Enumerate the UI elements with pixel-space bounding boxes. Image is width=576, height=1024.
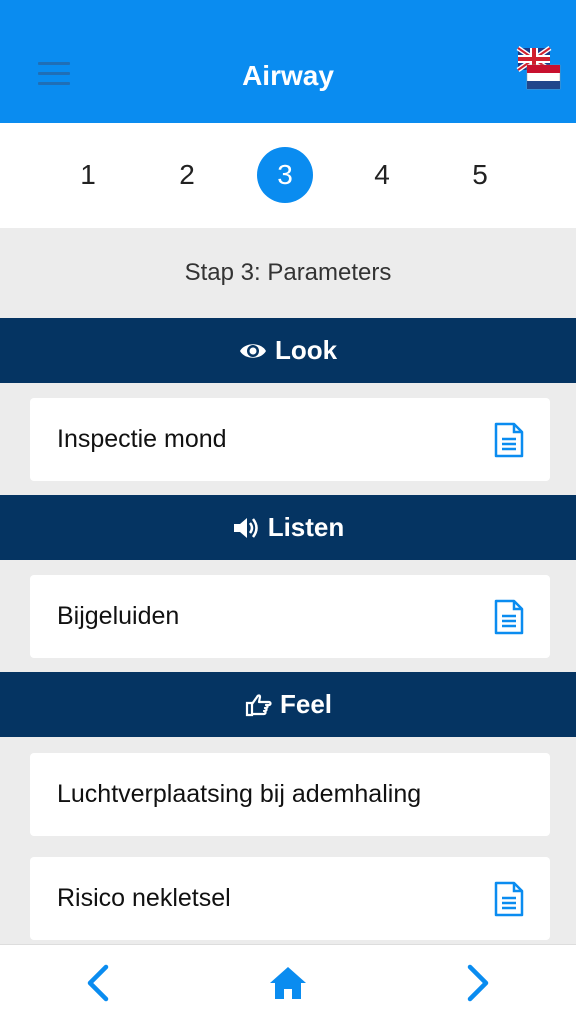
step-subtitle: Stap 3: Parameters (184, 259, 392, 286)
document-icon[interactable] (494, 881, 524, 917)
list-item-label: Luchtverplaatsing bij ademhaling (57, 780, 422, 808)
app-header: Airway (0, 0, 576, 123)
list-item-bijgeluiden[interactable]: Bijgeluiden (30, 575, 550, 658)
section-header-feel: Feel (0, 672, 576, 737)
chevron-left-icon[interactable] (80, 963, 116, 1003)
step-indicator: 1 2 3 4 5 (0, 123, 576, 228)
language-flags-icon[interactable] (516, 45, 562, 92)
list-item-luchtverplaatsing[interactable]: Luchtverplaatsing bij ademhaling (30, 753, 550, 836)
step-1[interactable]: 1 (60, 147, 116, 203)
step-2[interactable]: 2 (159, 147, 215, 203)
list-item-label: Inspectie mond (57, 425, 227, 453)
eye-icon (239, 337, 267, 365)
list-item-inspectie-mond[interactable]: Inspectie mond (30, 398, 550, 481)
list-item-label: Risico nekletsel (57, 884, 231, 912)
section-header-look: Look (0, 318, 576, 383)
section-header-listen: Listen (0, 495, 576, 560)
chevron-right-icon[interactable] (460, 963, 496, 1003)
document-icon[interactable] (494, 422, 524, 458)
step-5[interactable]: 5 (452, 147, 508, 203)
section-title-look: Look (274, 335, 338, 365)
list-item-risico-nekletsel[interactable]: Risico nekletsel (30, 857, 550, 940)
step-3-active[interactable]: 3 (257, 147, 313, 203)
list-item-label: Bijgeluiden (57, 602, 180, 630)
page-title: Airway (242, 60, 334, 91)
section-title-listen: Listen (267, 512, 345, 542)
document-icon[interactable] (494, 599, 524, 635)
bottom-nav-bar (0, 944, 576, 1024)
section-title-feel: Feel (279, 689, 333, 719)
hand-pointer-icon (244, 691, 272, 719)
home-icon[interactable] (268, 963, 308, 1003)
speaker-icon (232, 514, 260, 542)
step-4[interactable]: 4 (354, 147, 410, 203)
